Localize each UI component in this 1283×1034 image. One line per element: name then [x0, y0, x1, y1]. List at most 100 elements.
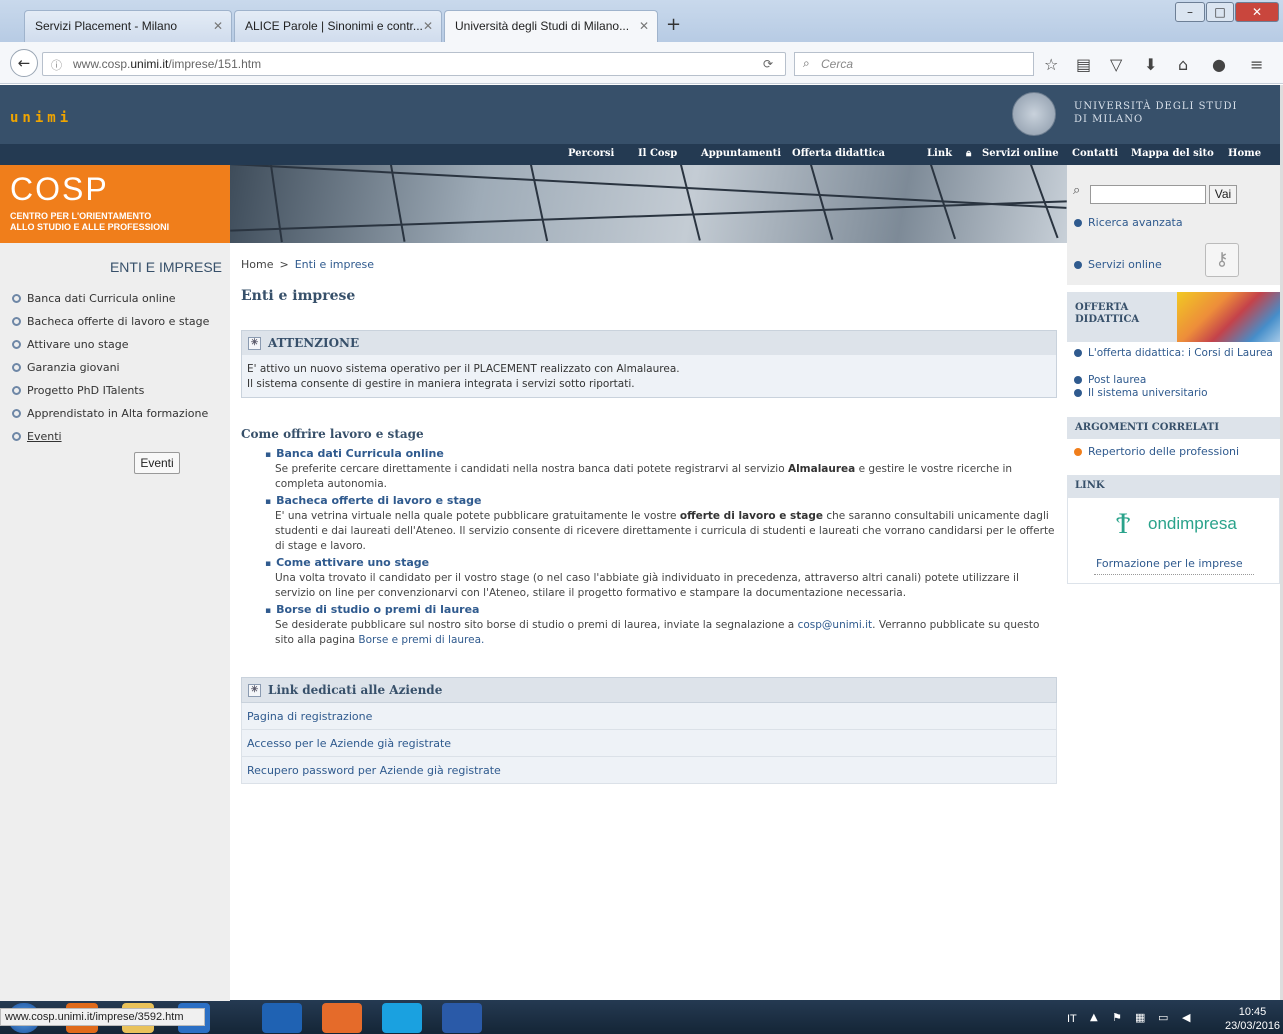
borse-link[interactable]: Borse e premi di laurea. [358, 634, 484, 646]
bullet-icon [1074, 389, 1082, 397]
section-heading[interactable]: Banca dati Curricula online [265, 447, 1055, 462]
menu-icon[interactable]: ≡ [1250, 55, 1263, 74]
offerta-didattica-box[interactable]: OFFERTA DIDATTICA [1067, 292, 1280, 342]
volume-icon[interactable]: ◀ [1182, 1011, 1190, 1024]
url-bar[interactable]: ⓘ www.cosp.unimi.it/imprese/151.htm ⟳ [42, 52, 786, 76]
close-tab-icon[interactable]: ✕ [423, 19, 433, 33]
left-sidebar [0, 243, 230, 1001]
link-recupero-password[interactable]: Recupero password per Aziende già regist… [241, 757, 1057, 784]
firefox-icon[interactable] [322, 1003, 362, 1033]
cosp-title: COSP [10, 171, 109, 207]
search-go-button[interactable]: Vai [1209, 185, 1237, 204]
section-heading[interactable]: Bacheca offerte di lavoro e stage [265, 494, 1055, 509]
back-button[interactable]: ← [10, 49, 38, 77]
sidebar-item-bacheca[interactable]: Bacheca offerte di lavoro e stage [12, 315, 209, 328]
utility-nav: Contatti Mappa del sito Home [1067, 144, 1283, 165]
link-header: LINK [1067, 475, 1280, 497]
maximize-button[interactable]: □ [1206, 2, 1234, 22]
bullet-icon [1074, 376, 1082, 384]
cosp-logo[interactable]: COSP CENTRO PER L'ORIENTAMENTO ALLO STUD… [0, 165, 230, 243]
links-header: ✳ Link dedicati alle Aziende [241, 677, 1057, 703]
network-icon[interactable]: ▦ [1135, 1011, 1145, 1024]
nav-link[interactable]: Link [927, 148, 952, 159]
university-name[interactable]: UNIVERSITÀ DEGLI STUDI DI MILANO [1074, 100, 1264, 126]
word-icon[interactable] [442, 1003, 482, 1033]
browser-search-field[interactable]: ⌕ Cerca [794, 52, 1034, 76]
breadcrumb: Home > Enti e imprese [241, 258, 375, 271]
close-tab-icon[interactable]: ✕ [639, 19, 649, 33]
site-header: unimi UNIVERSITÀ DEGLI STUDI DI MILANO [0, 85, 1283, 144]
fondimpresa-box[interactable]: Ϯ ondimpresa Formazione per le imprese [1067, 497, 1280, 584]
close-tab-icon[interactable]: ✕ [213, 19, 223, 33]
skype-icon[interactable] [382, 1003, 422, 1033]
bookmarks-list-icon[interactable]: ▤ [1076, 55, 1091, 74]
breadcrumb-home[interactable]: Home [241, 258, 273, 271]
bullet-icon [12, 386, 21, 395]
nav-appuntamenti[interactable]: Appuntamenti [701, 148, 781, 159]
repertorio-link[interactable]: Repertorio delle professioni [1074, 445, 1239, 458]
close-window-button[interactable]: ✕ [1235, 2, 1279, 22]
nav-home[interactable]: Home [1228, 148, 1261, 159]
header-banner-image [230, 165, 1067, 243]
tab-unimi[interactable]: Università degli Studi di Milano... ✕ [444, 10, 658, 43]
tray-arrow-icon[interactable]: ▲ [1090, 1012, 1098, 1023]
minimize-button[interactable]: – [1175, 2, 1205, 22]
nav-contatti[interactable]: Contatti [1072, 148, 1118, 159]
sidebar-item-apprendistato[interactable]: Apprendistato in Alta formazione [12, 407, 208, 420]
nav-mappa-del-sito[interactable]: Mappa del sito [1131, 148, 1214, 159]
keys-icon: ⚷ [1205, 243, 1239, 277]
site-search-input[interactable] [1090, 185, 1206, 204]
fondimpresa-caption[interactable]: Formazione per le imprese [1096, 557, 1243, 570]
unimi-logo[interactable]: unimi [10, 110, 72, 126]
asterisk-icon: ✳ [248, 684, 261, 697]
tab-alice-parole[interactable]: ALICE Parole | Sinonimi e contr... ✕ [234, 10, 442, 42]
sidebar-item-attivare-stage[interactable]: Attivare uno stage [12, 338, 129, 351]
bullet-icon [12, 317, 21, 326]
section-heading[interactable]: Come attivare uno stage [265, 556, 1055, 571]
attention-body: E' attivo un nuovo sistema operativo per… [241, 355, 1057, 398]
system-clock[interactable]: 10:45 23/03/2016 [1225, 1005, 1280, 1033]
language-indicator[interactable]: IT [1067, 1013, 1077, 1025]
action-center-icon[interactable]: ⚑ [1112, 1011, 1122, 1024]
browser-tab-bar: Servizi Placement - Milano ✕ ALICE Parol… [0, 0, 1283, 43]
sidebar-item-eventi[interactable]: Eventi [12, 430, 62, 443]
bullet-icon [12, 340, 21, 349]
status-bar: www.cosp.unimi.it/imprese/3592.htm [0, 1008, 205, 1026]
nav-percorsi[interactable]: Percorsi [568, 148, 614, 159]
link-accesso-aziende[interactable]: Accesso per le Aziende già registrate [241, 730, 1057, 757]
section-text: E' una vetrina virtuale nella quale pote… [275, 510, 1055, 552]
tab-servizi-placement[interactable]: Servizi Placement - Milano ✕ [24, 10, 232, 42]
new-tab-button[interactable]: + [666, 14, 681, 35]
section-banca-dati: Banca dati Curricula online Se preferite… [265, 447, 1055, 492]
nav-offerta-didattica[interactable]: Offerta didattica [792, 148, 885, 159]
fondimpresa-logo[interactable]: ondimpresa [1148, 514, 1237, 534]
main-nav: Percorsi Il Cosp Appuntamenti Offerta di… [0, 144, 1067, 165]
home-icon[interactable]: ⌂ [1178, 55, 1188, 74]
email-link[interactable]: cosp@unimi.it [798, 619, 873, 631]
nav-il-cosp[interactable]: Il Cosp [638, 148, 677, 159]
display-icon[interactable]: ▭ [1158, 1011, 1168, 1024]
bullet-icon [12, 432, 21, 441]
chat-icon[interactable]: ● [1212, 55, 1226, 74]
online-services-link[interactable]: Servizi online [1074, 258, 1162, 271]
bullet-icon [1074, 448, 1082, 456]
bookmark-star-icon[interactable]: ☆ [1044, 55, 1058, 74]
reload-icon[interactable]: ⟳ [763, 57, 773, 71]
nav-servizi-online[interactable]: Servizi online [982, 148, 1059, 159]
link-pagina-registrazione[interactable]: Pagina di registrazione [241, 703, 1057, 730]
browser-nav-bar: ← ⓘ www.cosp.unimi.it/imprese/151.htm ⟳ … [0, 42, 1283, 84]
sidebar-item-banca-dati[interactable]: Banca dati Curricula online [12, 292, 176, 305]
outlook-icon[interactable] [262, 1003, 302, 1033]
offerta-link-sistema[interactable]: Il sistema universitario [1074, 387, 1208, 399]
advanced-search-link[interactable]: Ricerca avanzata [1074, 216, 1183, 229]
info-icon[interactable]: ⓘ [51, 57, 62, 73]
eventi-tooltip: Eventi [134, 452, 180, 474]
sidebar-item-phd-italents[interactable]: Progetto PhD ITalents [12, 384, 144, 397]
pocket-icon[interactable]: ▽ [1110, 55, 1122, 74]
section-heading[interactable]: Borse di studio o premi di laurea [265, 603, 1055, 618]
sidebar-item-garanzia-giovani[interactable]: Garanzia giovani [12, 361, 120, 374]
offerta-link-corsi[interactable]: L'offerta didattica: i Corsi di Laurea [1074, 347, 1274, 359]
download-icon[interactable]: ⬇ [1144, 55, 1157, 74]
offerta-link-post-laurea[interactable]: Post laurea [1074, 374, 1146, 386]
section-borse-di-studio: Borse di studio o premi di laurea Se des… [265, 603, 1055, 648]
